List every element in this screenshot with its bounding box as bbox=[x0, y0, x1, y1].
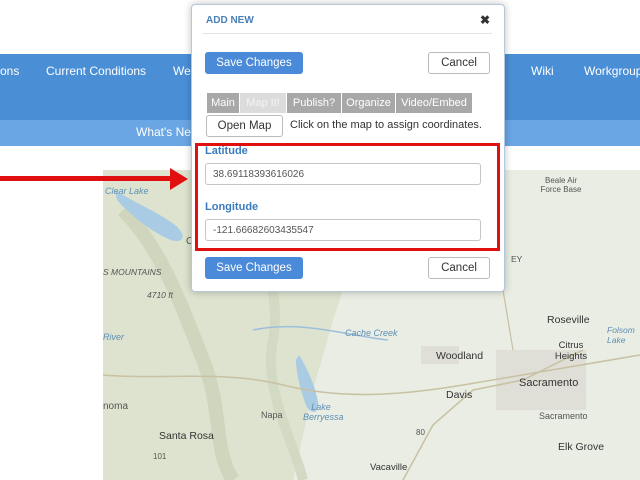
tab-video-embed[interactable]: Video/Embed bbox=[396, 93, 473, 113]
map-label: Beale Air Force Base bbox=[540, 176, 582, 194]
map-label: 80 bbox=[416, 428, 425, 437]
map-label: 101 bbox=[153, 452, 167, 461]
map-label: Sacramento bbox=[539, 411, 588, 421]
map-label: Vacaville bbox=[370, 462, 408, 473]
map-label: Woodland bbox=[436, 350, 484, 362]
nav-item-workgroup[interactable]: Workgroup bbox=[584, 64, 640, 78]
nav-item-wiki[interactable]: Wiki bbox=[531, 64, 554, 78]
map-label: Davis bbox=[446, 389, 473, 401]
map-label: Clear Lake bbox=[105, 186, 149, 196]
open-map-button[interactable]: Open Map bbox=[206, 115, 283, 137]
save-changes-button-top[interactable]: Save Changes bbox=[205, 52, 303, 74]
tab-main[interactable]: Main bbox=[207, 93, 240, 113]
map-label: Citrus Heights bbox=[554, 340, 588, 362]
annotation-highlight-box bbox=[195, 143, 500, 251]
map-label: Sacramento bbox=[519, 377, 579, 389]
map-label: Roseville bbox=[547, 314, 590, 326]
annotation-arrow-icon bbox=[170, 168, 188, 190]
tab-bar: Main Map It! Publish? Organize Video/Emb… bbox=[207, 93, 473, 113]
nav-item-weather[interactable]: We bbox=[173, 64, 191, 78]
dialog-title: ADD NEW bbox=[206, 15, 254, 26]
map-label: EY bbox=[511, 254, 523, 264]
nav-item-current-conditions[interactable]: Current Conditions bbox=[46, 64, 146, 78]
nav-item-partial[interactable]: ons bbox=[0, 64, 19, 78]
cancel-button-top[interactable]: Cancel bbox=[428, 52, 490, 74]
map-label: River bbox=[103, 332, 125, 342]
map-label: Napa bbox=[261, 410, 283, 420]
save-changes-button-bottom[interactable]: Save Changes bbox=[205, 257, 303, 279]
tab-organize[interactable]: Organize bbox=[342, 93, 396, 113]
map-label: Cache Creek bbox=[345, 328, 398, 338]
tab-publish[interactable]: Publish? bbox=[287, 93, 342, 113]
cancel-button-bottom[interactable]: Cancel bbox=[428, 257, 490, 279]
tab-map-it[interactable]: Map It! bbox=[240, 93, 287, 113]
map-label: Lake Berryessa bbox=[303, 402, 344, 422]
divider bbox=[202, 33, 492, 34]
map-label: Elk Grove bbox=[558, 441, 605, 453]
map-label: S MOUNTAINS bbox=[103, 267, 162, 277]
map-label: noma bbox=[103, 401, 129, 412]
map-hint-text: Click on the map to assign coordinates. bbox=[290, 119, 482, 131]
map-label: 4710 ft bbox=[147, 290, 173, 300]
close-icon[interactable]: ✖ bbox=[480, 13, 490, 27]
annotation-arrow-shaft bbox=[0, 176, 172, 181]
map-label: Folsom Lake bbox=[607, 325, 635, 345]
map-label: Santa Rosa bbox=[159, 430, 214, 442]
